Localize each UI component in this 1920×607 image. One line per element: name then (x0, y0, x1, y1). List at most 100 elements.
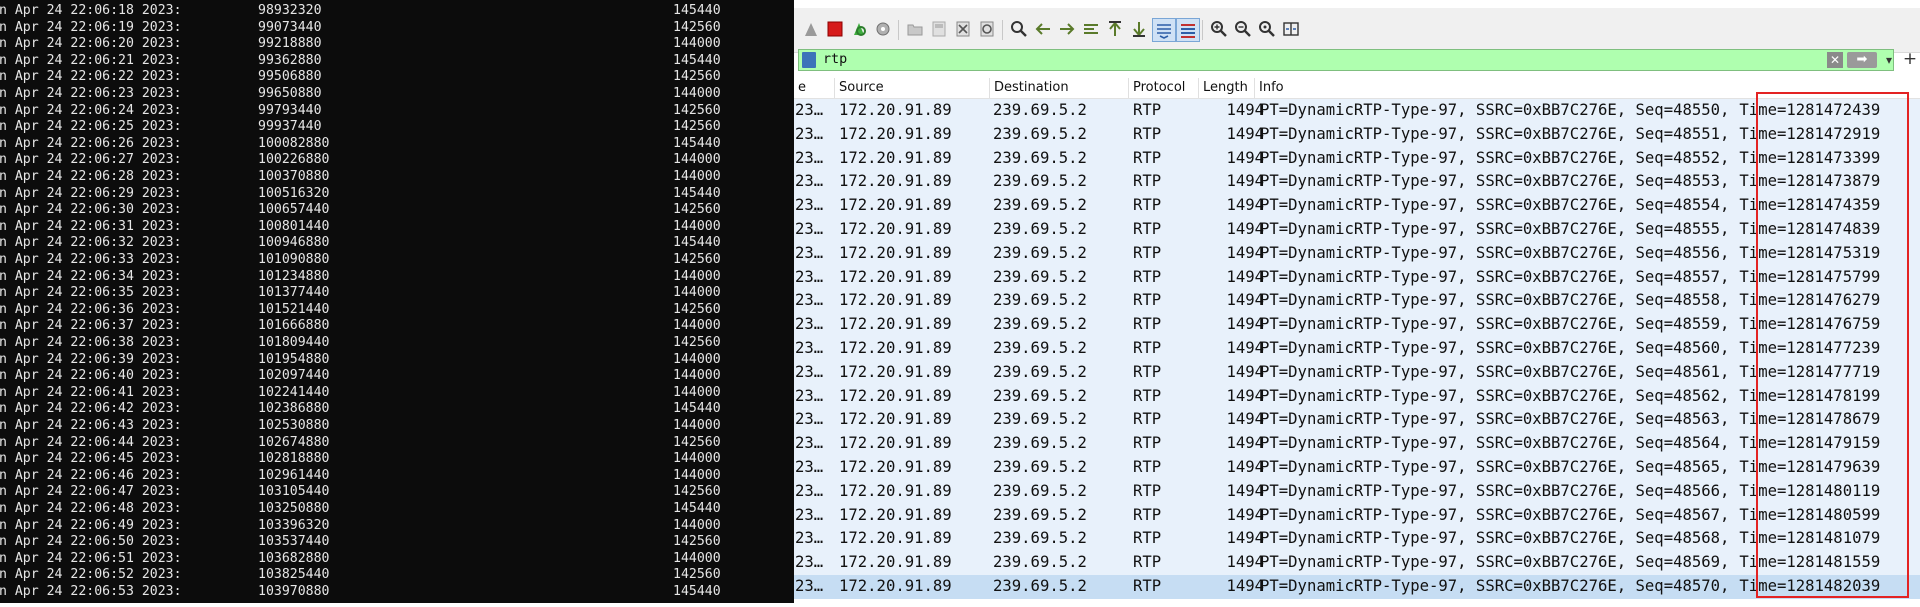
packet-rtp-timestamp: Time=1281481079 (1739, 529, 1881, 548)
packet-info-text: PT=DynamicRTP-Type-97, SSRC=0xBB7C276E, … (1260, 553, 1730, 572)
packet-row[interactable]: 23… 172.20.91.89 239.69.5.2 RTP 1494 PT=Dynam… (794, 551, 1920, 575)
packet-source: 172.20.91.89 (839, 481, 952, 500)
terminal-byte-total: 103250880 (258, 501, 330, 516)
column-header-info[interactable]: Info (1255, 78, 1920, 98)
go-last-icon[interactable] (1128, 18, 1150, 40)
terminal-timestamp: on Apr 24 22:06:23 2023: (0, 86, 182, 101)
terminal-timestamp: on Apr 24 22:06:47 2023: (0, 484, 182, 500)
wireshark-window: ✕ ➡ ▾ + e Source Destination Protocol Le… (794, 0, 1920, 607)
packet-row[interactable]: 23… 172.20.91.89 239.69.5.2 RTP 1494 PT=Dynam… (794, 456, 1920, 480)
packet-info: PT=DynamicRTP-Type-97, SSRC=0xBB7C276E, … (1260, 170, 1880, 194)
packet-row[interactable]: 23… 172.20.91.89 239.69.5.2 RTP 1494 PT=Dynam… (794, 479, 1920, 504)
bookmark-icon[interactable] (802, 52, 816, 68)
terminal-line: on Apr 24 22:06:47 2023: 103105440 142560 (0, 484, 794, 501)
packet-row[interactable]: 23… 172.20.91.89 239.69.5.2 RTP 1494 PT=Dynam… (794, 218, 1920, 242)
terminal-line: on Apr 24 22:06:31 2023: 100801440 144000 (0, 219, 794, 236)
reload-file-icon[interactable] (976, 18, 998, 40)
terminal-line: on Apr 24 22:06:20 2023: 99218880 144000 (0, 36, 794, 53)
chevron-down-icon[interactable]: ▾ (1881, 51, 1897, 69)
terminal-timestamp: on Apr 24 22:06:53 2023: (0, 584, 182, 599)
terminal-line: on Apr 24 22:06:33 2023: 101090880 142560 (0, 252, 794, 269)
packet-row[interactable]: 23… 172.20.91.89 239.69.5.2 RTP 1494 PT=Dynam… (794, 384, 1920, 409)
packet-info-text: PT=DynamicRTP-Type-97, SSRC=0xBB7C276E, … (1260, 434, 1730, 453)
terminal-timestamp: on Apr 24 22:06:49 2023: (0, 517, 182, 533)
packet-time: 23… (795, 148, 824, 167)
packet-info: PT=DynamicRTP-Type-97, SSRC=0xBB7C276E, … (1260, 432, 1880, 456)
packet-row[interactable]: 23… 172.20.91.89 239.69.5.2 RTP 1494 PT=Dynam… (794, 527, 1920, 552)
close-file-icon[interactable] (952, 18, 974, 40)
terminal-byte-total: 100801440 (258, 218, 330, 234)
terminal-line: on Apr 24 22:06:24 2023: 99793440 142560 (0, 103, 794, 120)
packet-row[interactable]: 23… 172.20.91.89 239.69.5.2 RTP 1494 PT=Dynam… (794, 503, 1920, 528)
terminal-line: on Apr 24 22:06:42 2023: 102386880 145440 (0, 401, 794, 418)
packet-row[interactable]: 23… 172.20.91.89 239.69.5.2 RTP 1494 PT=Dynam… (794, 337, 1920, 361)
terminal-line: on Apr 24 22:06:38 2023: 101809440 142560 (0, 335, 794, 352)
packet-row[interactable]: 23… 172.20.91.89 239.69.5.2 RTP 1494 PT=Dynam… (794, 194, 1920, 218)
packet-destination: 239.69.5.2 (993, 481, 1087, 500)
packet-source: 172.20.91.89 (839, 410, 952, 429)
column-header-destination[interactable]: Destination (990, 78, 1129, 98)
terminal-byte-rate: 142560 (673, 69, 721, 85)
packet-length: 1494 (1226, 362, 1264, 381)
shark-fin-start-icon[interactable] (800, 18, 822, 40)
terminal-byte-rate: 145440 (673, 3, 721, 18)
packet-row[interactable]: 23… 172.20.91.89 239.69.5.2 RTP 1494 PT=Dynam… (794, 432, 1920, 456)
terminal-timestamp: on Apr 24 22:06:36 2023: (0, 301, 182, 317)
packet-rtp-timestamp: Time=1281472439 (1739, 101, 1881, 119)
packet-row[interactable]: 23… 172.20.91.89 239.69.5.2 RTP 1494 PT=Dynam… (794, 241, 1920, 266)
go-first-icon[interactable] (1104, 18, 1126, 40)
packet-row[interactable]: 23… 172.20.91.89 239.69.5.2 RTP 1494 PT=Dynam… (794, 265, 1920, 290)
colorize-icon[interactable] (1176, 18, 1200, 42)
auto-scroll-icon[interactable] (1152, 18, 1176, 42)
resize-columns-icon[interactable] (1280, 18, 1302, 40)
terminal-line: on Apr 24 22:06:36 2023: 101521440 142560 (0, 302, 794, 319)
packet-row[interactable]: 23… 172.20.91.89 239.69.5.2 RTP 1494 PT=Dynam… (794, 170, 1920, 195)
packet-rtp-timestamp: Time=1281474359 (1739, 196, 1881, 215)
terminal-timestamp: on Apr 24 22:06:24 2023: (0, 102, 182, 118)
packet-rtp-timestamp: Time=1281482039 (1739, 577, 1881, 595)
restart-capture-icon[interactable] (848, 18, 870, 40)
display-filter-field: ✕ ➡ ▾ (798, 49, 1894, 71)
packet-info-text: PT=DynamicRTP-Type-97, SSRC=0xBB7C276E, … (1260, 220, 1730, 238)
packet-row[interactable]: 23… 172.20.91.89 239.69.5.2 RTP 1494 PT=Dynam… (794, 360, 1920, 385)
packet-row[interactable]: 23… 172.20.91.89 239.69.5.2 RTP 1494 PT=Dynam… (794, 289, 1920, 314)
packet-time: 23… (795, 553, 824, 572)
packet-row[interactable]: 23… 172.20.91.89 239.69.5.2 RTP 1494 PT=Dynam… (794, 408, 1920, 433)
clear-filter-icon[interactable]: ✕ (1827, 52, 1843, 68)
terminal-byte-rate: 142560 (673, 301, 721, 317)
packet-row[interactable]: 23… 172.20.91.89 239.69.5.2 RTP 1494 PT=Dynam… (794, 122, 1920, 147)
column-header-time[interactable]: e (794, 78, 835, 98)
column-header-source[interactable]: Source (835, 78, 990, 98)
apply-filter-icon[interactable]: ➡ (1847, 52, 1877, 68)
packet-destination: 239.69.5.2 (993, 124, 1087, 143)
packet-row-selected[interactable]: 23… 172.20.91.89 239.69.5.2 RTP 1494 PT=Dynam… (794, 575, 1920, 599)
find-packet-icon[interactable] (1008, 18, 1030, 40)
terminal-line: on Apr 24 22:06:53 2023: 103970880 145440 (0, 584, 794, 601)
go-forward-icon[interactable] (1056, 18, 1078, 40)
open-file-icon[interactable] (904, 18, 926, 40)
stop-capture-icon[interactable] (824, 18, 846, 40)
terminal-byte-total: 99073440 (258, 19, 322, 35)
packet-destination: 239.69.5.2 (993, 458, 1087, 476)
packet-row[interactable]: 23… 172.20.91.89 239.69.5.2 RTP 1494 PT=Dynam… (794, 99, 1920, 123)
packet-length: 1494 (1226, 148, 1264, 167)
terminal-byte-rate: 142560 (673, 567, 721, 583)
go-back-icon[interactable] (1032, 18, 1054, 40)
packet-source: 172.20.91.89 (839, 386, 952, 405)
terminal-timestamp: on Apr 24 22:06:21 2023: (0, 52, 182, 68)
zoom-in-icon[interactable] (1208, 18, 1230, 40)
zoom-reset-icon[interactable] (1256, 18, 1278, 40)
add-filter-button-icon[interactable]: + (1902, 49, 1918, 69)
packet-row[interactable]: 23… 172.20.91.89 239.69.5.2 RTP 1494 PT=Dynam… (794, 146, 1920, 171)
column-header-protocol[interactable]: Protocol (1129, 78, 1199, 98)
terminal-byte-total: 99218880 (258, 36, 322, 52)
packet-info: PT=DynamicRTP-Type-97, SSRC=0xBB7C276E, … (1260, 147, 1880, 171)
display-filter-input[interactable] (823, 51, 1823, 68)
terminal-byte-rate: 145440 (673, 52, 721, 68)
save-file-icon[interactable] (928, 18, 950, 40)
capture-options-icon[interactable] (872, 18, 894, 40)
column-header-length[interactable]: Length (1199, 78, 1255, 98)
packet-row[interactable]: 23… 172.20.91.89 239.69.5.2 RTP 1494 PT=Dynam… (794, 313, 1920, 337)
go-to-packet-icon[interactable] (1080, 18, 1102, 40)
zoom-out-icon[interactable] (1232, 18, 1254, 40)
